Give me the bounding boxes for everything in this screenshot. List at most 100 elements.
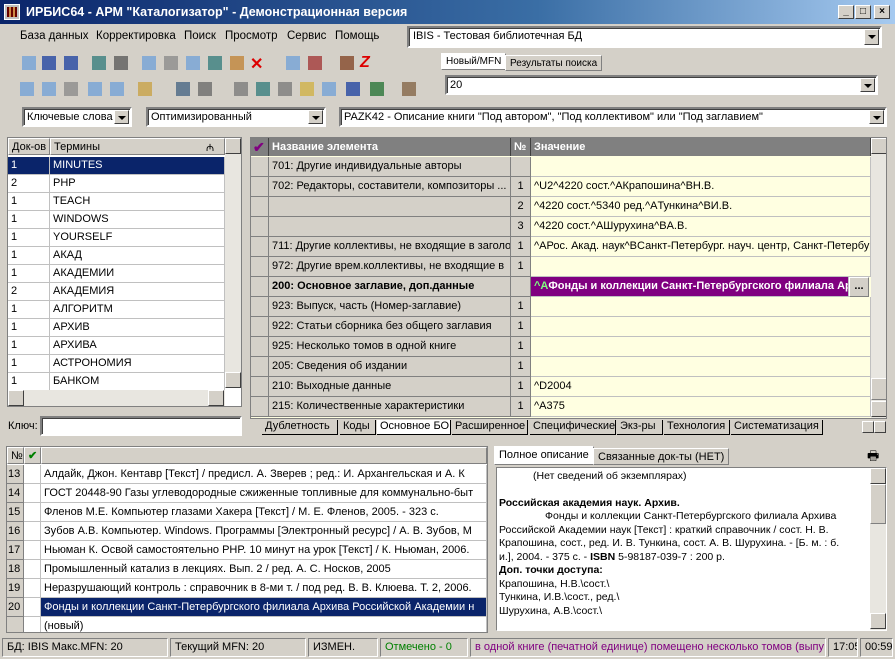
- tab-full-description[interactable]: Полное описание: [494, 446, 594, 465]
- menu-service[interactable]: Сервис: [287, 30, 326, 42]
- row-marker[interactable]: [251, 237, 269, 257]
- z-icon[interactable]: Z: [360, 54, 378, 72]
- tree-icon[interactable]: [206, 54, 224, 72]
- save-icon[interactable]: [40, 54, 58, 72]
- export-icon[interactable]: [184, 54, 202, 72]
- chevron-down-icon[interactable]: [869, 110, 884, 124]
- dict-term[interactable]: АКАДЕМИИ: [50, 265, 225, 283]
- result-title[interactable]: Алдайк, Джон. Кентавр [Текст] / предисл.…: [41, 465, 487, 484]
- book-icon[interactable]: [338, 54, 356, 72]
- dict-term[interactable]: АРХИВ: [50, 319, 225, 337]
- result-title[interactable]: Неразрушающий контроль : справочник в 8-…: [41, 579, 487, 598]
- pack-icon[interactable]: [136, 80, 154, 98]
- tab-6[interactable]: Технология: [664, 420, 730, 435]
- tab-7[interactable]: Систематизация: [731, 420, 823, 435]
- result-title[interactable]: Ньюман К. Освой самостоятельно PHP. 10 м…: [41, 541, 487, 560]
- excel-icon[interactable]: [368, 80, 386, 98]
- check-icon[interactable]: ✔: [251, 138, 269, 156]
- copy2-icon[interactable]: [298, 80, 316, 98]
- chevron-down-icon[interactable]: [114, 110, 129, 124]
- dict-term[interactable]: БАНКОМ: [50, 373, 225, 391]
- edit-icon[interactable]: [228, 54, 246, 72]
- element-value[interactable]: [531, 357, 871, 377]
- menu-edit[interactable]: Корректировка: [96, 30, 176, 42]
- result-title[interactable]: (новый): [41, 617, 487, 632]
- element-value[interactable]: ^A375: [531, 397, 871, 417]
- search-doc-icon[interactable]: [86, 80, 104, 98]
- dict-term[interactable]: АСТРОНОМИЯ: [50, 355, 225, 373]
- tab-5[interactable]: Экз-ры: [617, 420, 663, 435]
- dict-term[interactable]: АРХИВА: [50, 337, 225, 355]
- result-check[interactable]: [24, 522, 41, 541]
- view-icon[interactable]: [174, 80, 192, 98]
- ellipsis-button[interactable]: ...: [849, 277, 869, 297]
- tabs-left-icon[interactable]: [862, 421, 874, 433]
- element-value[interactable]: ^U2^4220 сост.^AКрапошина^BН.В.: [531, 177, 871, 197]
- print2-icon[interactable]: [254, 80, 272, 98]
- mail-icon[interactable]: [62, 80, 80, 98]
- maximize-button[interactable]: □: [855, 5, 871, 19]
- scroll-down-icon[interactable]: [225, 372, 241, 388]
- element-value[interactable]: ^D2004: [531, 377, 871, 397]
- dict-term[interactable]: YOURSELF: [50, 229, 225, 247]
- result-check[interactable]: [24, 579, 41, 598]
- result-title[interactable]: Зубов А.В. Компьютер. Windows. Программы…: [41, 522, 487, 541]
- optimization-select[interactable]: Оптимизированный: [146, 107, 326, 127]
- element-value[interactable]: ^AРос. Акад. наук^BСанкт-Петербург. науч…: [531, 237, 871, 257]
- key-input[interactable]: [40, 416, 242, 436]
- result-check[interactable]: [24, 541, 41, 560]
- dict-term[interactable]: АКАД: [50, 247, 225, 265]
- element-value[interactable]: [531, 297, 871, 317]
- element-value[interactable]: [531, 157, 871, 177]
- dict-term[interactable]: WINDOWS: [50, 211, 225, 229]
- template-icon[interactable]: [306, 54, 324, 72]
- tab-3[interactable]: Расширенное: [452, 420, 528, 435]
- menu-search[interactable]: Поиск: [184, 30, 216, 42]
- dict-term[interactable]: MINUTES: [50, 157, 225, 175]
- search-type-select[interactable]: Ключевые слова: [22, 107, 132, 127]
- dict-term[interactable]: PHP: [50, 175, 225, 193]
- tabs-right-icon[interactable]: [874, 421, 886, 433]
- word-icon[interactable]: [344, 80, 362, 98]
- copy3-icon[interactable]: [320, 80, 338, 98]
- editor-scrollbar[interactable]: [871, 138, 886, 418]
- printer-icon[interactable]: 🖶: [867, 447, 885, 463]
- delete-icon[interactable]: ✕: [250, 54, 268, 73]
- chevron-down-icon[interactable]: [860, 78, 875, 92]
- dict-scrollbar[interactable]: [225, 138, 241, 388]
- dict-term[interactable]: АКАДЕМИЯ: [50, 283, 225, 301]
- scroll-down-icon[interactable]: [870, 613, 886, 629]
- database-select[interactable]: IBIS - Тестовая библиотечная БД: [407, 26, 882, 48]
- row-marker[interactable]: [251, 297, 269, 317]
- result-check[interactable]: [24, 598, 41, 617]
- result-title[interactable]: ГОСТ 20448-90 Газы углеводородные сжижен…: [41, 484, 487, 503]
- row-marker[interactable]: [251, 377, 269, 397]
- scroll-down-icon[interactable]: [871, 401, 886, 417]
- arrow-left-icon[interactable]: [90, 54, 108, 72]
- import-icon[interactable]: [284, 54, 302, 72]
- filter-icon[interactable]: [108, 80, 126, 98]
- check-icon[interactable]: ✔: [24, 447, 41, 464]
- print-icon[interactable]: [232, 80, 250, 98]
- scroll-up-icon[interactable]: [225, 138, 241, 154]
- scroll-thumb[interactable]: [871, 378, 886, 400]
- row-marker[interactable]: [251, 157, 269, 177]
- dict-hscrollbar[interactable]: [8, 390, 225, 406]
- element-value[interactable]: [531, 337, 871, 357]
- result-check[interactable]: [24, 484, 41, 503]
- list-icon[interactable]: [18, 80, 36, 98]
- result-title[interactable]: Фленов М.Е. Компьютер глазами Хакера [Те…: [41, 503, 487, 522]
- close-button[interactable]: ×: [874, 5, 890, 19]
- row-marker[interactable]: [251, 337, 269, 357]
- element-value[interactable]: ^4220 сост.^5340 ред.^AТункина^BИ.В.: [531, 197, 871, 217]
- dict-term[interactable]: TEACH: [50, 193, 225, 211]
- arrow-right-icon[interactable]: [112, 54, 130, 72]
- tab-2[interactable]: Основное БО: [377, 420, 451, 435]
- row-marker[interactable]: [251, 357, 269, 377]
- menu-database[interactable]: База данных: [20, 30, 89, 42]
- row-marker[interactable]: [251, 177, 269, 197]
- description-scrollbar[interactable]: [870, 468, 886, 630]
- row-marker[interactable]: [251, 397, 269, 417]
- report-icon[interactable]: [400, 80, 418, 98]
- list2-icon[interactable]: [40, 80, 58, 98]
